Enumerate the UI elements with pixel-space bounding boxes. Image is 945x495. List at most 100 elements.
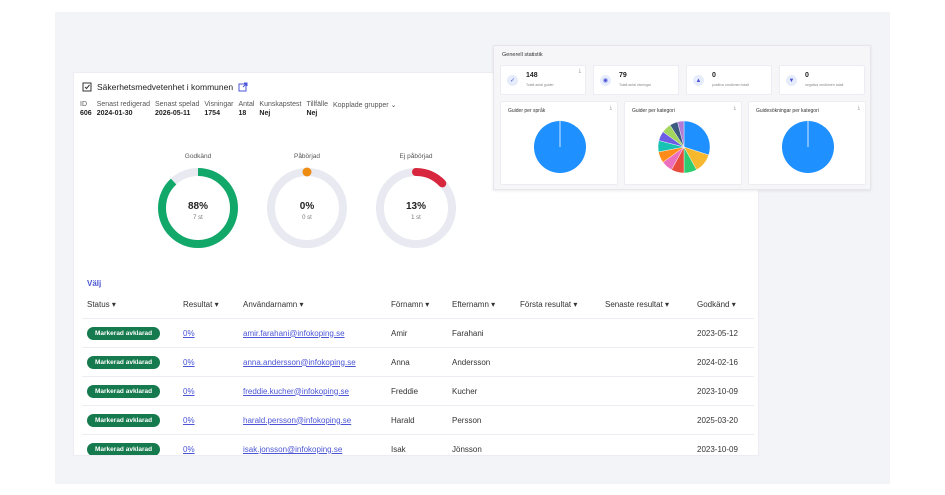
donut-percent: 88%: [188, 201, 208, 212]
column-header-result[interactable]: Resultat ▾: [178, 295, 238, 319]
column-header-status[interactable]: Status ▾: [82, 295, 178, 319]
latest-result-cell: [600, 318, 692, 348]
guide-title-row: Säkerhetsmedvetenhet i kommunen: [82, 82, 248, 92]
table-row: Markerad avklarad 0% harald.persson@infoko…: [82, 405, 754, 435]
chevron-down-icon: ⌄: [390, 102, 397, 109]
approved-date-cell: 2023-10-09: [692, 434, 754, 455]
lastname-cell: Andersson: [447, 347, 515, 377]
firstname-cell: Freddie: [386, 376, 447, 406]
donut-percent: 13%: [406, 201, 426, 212]
lastname-cell: Kucher: [447, 376, 515, 406]
lastname-cell: Persson: [447, 405, 515, 435]
stats-title: Generell statistik: [502, 52, 543, 58]
meta-label: Visningar: [204, 101, 234, 108]
chart-title: Guider per språk: [508, 108, 546, 114]
donut-label: Påbörjad: [293, 153, 321, 160]
kpi-label: negativa omdömen totalt: [805, 83, 844, 87]
donut-chart: 0% 0 st: [267, 167, 347, 248]
table-row: Markerad avklarad 0% freddie.kucher@infoko…: [82, 376, 754, 406]
thumbs-up-icon: ▲: [693, 75, 704, 86]
meta-value: Nej: [306, 110, 318, 117]
latest-result-cell: [600, 405, 692, 435]
approved-date-cell: 2024-02-16: [692, 347, 754, 377]
chart-title: Guidesökningar per kategori: [756, 108, 819, 114]
status-badge: Markerad avklarad: [87, 413, 161, 427]
checkbox-icon: [82, 82, 92, 92]
result-link[interactable]: 0%: [183, 329, 195, 338]
result-link[interactable]: 0%: [183, 358, 195, 367]
meta-label: Antal: [238, 101, 255, 108]
table-row: Markerad avklarad 0% anna.andersson@infoko…: [82, 347, 754, 377]
kpi-label: Totalt antal visningar: [619, 83, 651, 87]
linked-groups-dropdown[interactable]: Kopplade grupper ⌄: [333, 101, 396, 117]
username-link[interactable]: amir.farahani@infokoping.se: [243, 329, 345, 338]
meta-label: Kopplade grupper: [332, 102, 389, 109]
first-result-cell: [515, 318, 600, 348]
result-link[interactable]: 0%: [183, 416, 195, 425]
download-icon[interactable]: ⤓: [734, 105, 736, 111]
meta-value: 18: [238, 110, 247, 117]
chart-card-search-category: Guidesökningar per kategori ⤓: [748, 101, 866, 185]
username-link[interactable]: anna.andersson@infokoping.se: [243, 358, 356, 367]
download-icon[interactable]: ⤓: [858, 105, 860, 111]
chart-card-category: Guider per kategori ⤓: [624, 101, 742, 185]
latest-result-cell: [600, 376, 692, 406]
meta-label: Tillfälle: [306, 101, 328, 108]
table-row: Markerad avklarad 0% amir.farahani@infokop…: [82, 318, 754, 348]
column-header-approved[interactable]: Godkänd ▾: [692, 295, 754, 319]
guide-meta: ID 606 Senast redigerad 2024-01-30 Senast …: [80, 101, 396, 117]
select-link[interactable]: Välj: [87, 279, 101, 288]
column-header-firstname[interactable]: Förnamn ▾: [386, 295, 447, 319]
category-pie-chart: [657, 120, 711, 174]
result-link[interactable]: 0%: [183, 387, 195, 396]
meta-value: Nej: [259, 110, 271, 117]
firstname-cell: Isak: [386, 434, 447, 455]
status-badge: Markerad avklarad: [87, 384, 161, 398]
search-category-pie-chart: [782, 121, 834, 173]
external-link-icon[interactable]: [238, 82, 248, 92]
username-link[interactable]: freddie.kucher@infokoping.se: [243, 387, 349, 396]
download-icon[interactable]: ⤓: [610, 105, 612, 111]
result-link[interactable]: 0%: [183, 445, 195, 454]
first-result-cell: [515, 434, 600, 455]
meta-value: 2026-05-11: [155, 110, 191, 117]
approved-date-cell: 2023-10-09: [692, 376, 754, 406]
download-icon[interactable]: ⤓: [579, 68, 581, 74]
column-header-first-result[interactable]: Första resultat ▾: [515, 295, 600, 319]
kpi-value: 79: [619, 72, 627, 79]
guide-title: Säkerhetsmedvetenhet i kommunen: [97, 82, 234, 92]
chart-card-language: Guider per språk ⤓: [500, 101, 618, 185]
check-icon: ✓: [507, 75, 518, 86]
meta-value: 2024-01-30: [96, 110, 133, 117]
firstname-cell: Harald: [386, 405, 447, 435]
first-result-cell: [515, 405, 600, 435]
meta-label: Senast redigerad: [96, 101, 151, 108]
kpi-value: 0: [712, 72, 716, 79]
table-row: Markerad avklarad 0% isak.jonsson@infokopi…: [82, 434, 754, 455]
donut-percent: 0%: [300, 201, 315, 212]
donut-ej-paborjad: Ej påbörjad 13% 1 st: [371, 153, 461, 250]
column-header-latest-result[interactable]: Senaste resultat ▾: [600, 295, 692, 319]
donut-paborjad: Påbörjad 0% 0 st: [262, 153, 352, 250]
thumbs-down-icon: ▼: [786, 75, 797, 86]
username-link[interactable]: harald.persson@infokoping.se: [243, 416, 351, 425]
donut-godkand: Godkänd 88% 7 st: [153, 153, 243, 250]
username-link[interactable]: isak.jonsson@infokoping.se: [243, 445, 342, 454]
kpi-label: Totalt antal guider: [526, 83, 554, 87]
donut-label: Ej påbörjad: [399, 153, 433, 160]
approved-date-cell: 2025-03-20: [692, 405, 754, 435]
donut-chart: 88% 7 st: [158, 168, 238, 248]
column-header-lastname[interactable]: Efternamn ▾: [447, 295, 515, 319]
firstname-cell: Anna: [386, 347, 447, 377]
table-header-row: Status ▾ Resultat ▾ Användarnamn ▾ Förna…: [82, 295, 754, 319]
latest-result-cell: [600, 434, 692, 455]
status-badge: Markerad avklarad: [87, 442, 161, 455]
lastname-cell: Farahani: [447, 318, 515, 348]
meta-value: 606: [80, 110, 92, 117]
donut-count: 7 st: [193, 215, 203, 221]
column-header-username[interactable]: Användarnamn ▾: [238, 295, 386, 319]
kpi-label: positiva omdömen totalt: [712, 83, 749, 87]
kpi-value: 148: [526, 72, 538, 79]
donut-label: Godkänd: [184, 153, 212, 160]
meta-value: 1754: [204, 110, 220, 117]
